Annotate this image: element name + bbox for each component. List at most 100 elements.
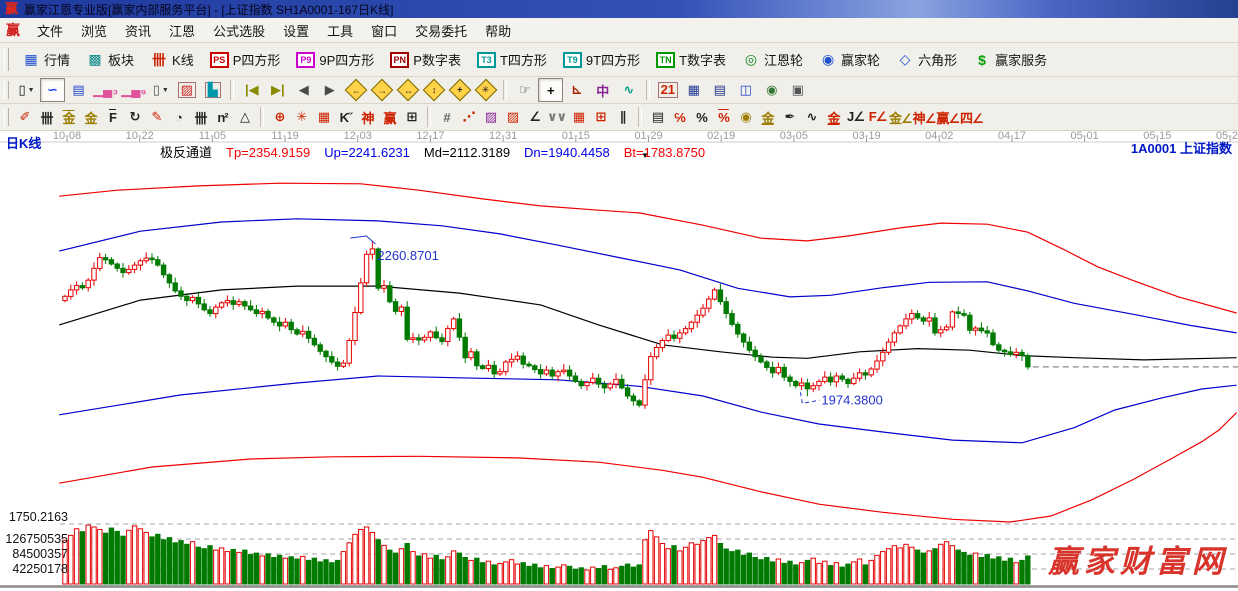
web-service-button[interactable]: ◉: [759, 78, 784, 102]
pan-left-button[interactable]: ←: [343, 78, 368, 102]
ink-pen-tool[interactable]: ✒: [779, 107, 800, 127]
pattern-tool[interactable]: ▨: [174, 78, 199, 102]
parallel-lines-tool[interactable]: ∥: [612, 107, 633, 127]
p-square-button[interactable]: PSP四方形: [203, 48, 288, 71]
gold-circle-tool[interactable]: ◉: [735, 107, 756, 127]
sectors-button[interactable]: ▩板块: [79, 48, 141, 71]
win-grid-tool[interactable]: 赢: [379, 107, 400, 127]
square-grid-tool[interactable]: ▦: [313, 107, 334, 127]
notes-tool[interactable]: ▤: [66, 78, 91, 102]
next-bar-button[interactable]: ▶: [317, 78, 342, 102]
quotes-button[interactable]: ▦行情: [15, 48, 77, 71]
crosshair-circle-tool[interactable]: ⊕: [269, 107, 290, 127]
wave-tool[interactable]: ∿: [616, 78, 641, 102]
n-square-tool[interactable]: n²: [212, 107, 233, 127]
gold-line-tool[interactable]: 金: [757, 107, 778, 127]
hexagon-button[interactable]: ◇六角形: [889, 48, 964, 71]
p-number-table-button[interactable]: PNP数字表: [383, 48, 468, 71]
k-quote-tool[interactable]: K˝: [335, 107, 356, 127]
price-levels-tool[interactable]: ▤: [647, 107, 668, 127]
bars-9-icon: ▁▄₉: [121, 82, 146, 98]
9p-square-button[interactable]: P99P四方形: [289, 48, 381, 71]
ruler-123-tool[interactable]: ⊞: [401, 107, 422, 127]
percent-angle-tool[interactable]: ℅: [669, 107, 690, 127]
report-button[interactable]: ▤: [707, 78, 732, 102]
star-grid-tool[interactable]: ✳: [291, 107, 312, 127]
calendar-button[interactable]: 21: [655, 78, 680, 102]
red-grid-tool[interactable]: ▦: [568, 107, 589, 127]
menu-item-1[interactable]: 浏览: [72, 19, 116, 42]
gold-under-tool[interactable]: 金: [823, 107, 844, 127]
fan-box-tool[interactable]: ▨: [480, 107, 501, 127]
four-angle-tool[interactable]: 四∠: [960, 107, 983, 127]
wave-box-tool[interactable]: ∿: [801, 107, 822, 127]
fan-lines-tool[interactable]: ⋰: [458, 107, 479, 127]
period-candle-dropdown[interactable]: ▯▼: [14, 78, 39, 102]
9t-square-button[interactable]: T99T四方形: [556, 48, 647, 71]
box-measure-tool[interactable]: #: [436, 107, 457, 127]
zigzag-draw-tool[interactable]: ∽: [40, 78, 65, 102]
gold-comb2-tool[interactable]: 金: [80, 107, 101, 127]
f-comb-tool[interactable]: F: [102, 107, 123, 127]
menu-item-6[interactable]: 工具: [318, 19, 362, 42]
zoom-horizontal-button[interactable]: ↔: [395, 78, 420, 102]
bars-3-tool[interactable]: ▁▄₃: [92, 78, 119, 102]
gann-comb-tool[interactable]: 卌: [36, 107, 57, 127]
f-angle-tool[interactable]: F∠: [867, 107, 888, 127]
workstation-button[interactable]: ▣: [785, 78, 810, 102]
hand-tool[interactable]: ☞: [512, 78, 537, 102]
shen-angle-tool[interactable]: 神∠: [913, 107, 936, 127]
indicator-name[interactable]: 极反通道: [160, 145, 212, 160]
brush-tool[interactable]: ✎: [146, 107, 167, 127]
menu-item-5[interactable]: 设置: [274, 19, 318, 42]
expand-all-button[interactable]: +: [447, 78, 472, 102]
menu-item-9[interactable]: 帮助: [476, 19, 520, 42]
menu-item-8[interactable]: 交易委托: [406, 19, 476, 42]
shen-grid-tool[interactable]: 神: [357, 107, 378, 127]
single-candle-dropdown[interactable]: ▯▼: [148, 78, 173, 102]
crosshair-tool[interactable]: +: [538, 78, 563, 102]
bars-9-tool[interactable]: ▁▄₉: [120, 78, 147, 102]
center-view-button[interactable]: ✳: [473, 78, 498, 102]
j-angle-tool[interactable]: J∠: [845, 107, 866, 127]
zoom-vertical-button[interactable]: ↕: [421, 78, 446, 102]
kline-button[interactable]: 卌K线: [143, 48, 201, 71]
menu-item-2[interactable]: 资讯: [116, 19, 160, 42]
prev-bar-button[interactable]: ◀: [291, 78, 316, 102]
indicator-dropdown-icon[interactable]: ▼: [641, 151, 649, 160]
win-angle-tool[interactable]: 赢∠: [936, 107, 959, 127]
grid-box-tool[interactable]: ▨: [502, 107, 523, 127]
gann-wheel-button[interactable]: ◎江恩轮: [735, 48, 810, 71]
angle-measure-tool[interactable]: ⊾: [564, 78, 589, 102]
symbol-label: 1A0001 上证指数: [1131, 138, 1232, 157]
gold-comb-tool[interactable]: 金: [58, 107, 79, 127]
t-number-table-button[interactable]: TNT数字表: [649, 48, 733, 71]
t-square-button[interactable]: T3T四方形: [470, 48, 554, 71]
percent-line-tool[interactable]: %: [713, 107, 734, 127]
cycle-clock-tool[interactable]: ◔: [168, 107, 189, 127]
winner-service-button[interactable]: $赢家服务: [966, 48, 1054, 71]
winner-wheel-button[interactable]: ◉赢家轮: [812, 48, 887, 71]
calculator-button[interactable]: ▦: [681, 78, 706, 102]
comb2-tool[interactable]: 卌: [190, 107, 211, 127]
menu-item-4[interactable]: 公式选股: [204, 19, 274, 42]
trend-angle-tool[interactable]: ∠: [524, 107, 545, 127]
red-grid2-tool[interactable]: ⊞: [590, 107, 611, 127]
angle-a-tool[interactable]: △: [234, 107, 255, 127]
pan-right-button[interactable]: →: [369, 78, 394, 102]
save-button[interactable]: ◫: [733, 78, 758, 102]
zigzag-small-tool[interactable]: ∨∨: [546, 107, 567, 127]
percent-tool[interactable]: %: [691, 107, 712, 127]
histogram-tool[interactable]: ▙: [200, 78, 225, 102]
flag-pen-tool[interactable]: ✐: [14, 107, 35, 127]
menu-item-0[interactable]: 文件: [28, 19, 72, 42]
hand-icon: ☞: [519, 82, 531, 98]
last-bar-button[interactable]: ▶|: [265, 78, 290, 102]
gold-angle-tool[interactable]: 金∠: [889, 107, 912, 127]
gann-center-tool[interactable]: 中: [590, 78, 615, 102]
menu-item-7[interactable]: 窗口: [362, 19, 406, 42]
first-bar-button[interactable]: |◀: [239, 78, 264, 102]
menu-item-3[interactable]: 江恩: [160, 19, 204, 42]
chart-area[interactable]: 10-0810-2211-0511-1912-0312-1712-3101-15…: [0, 131, 1238, 591]
spiral-tool[interactable]: ↻: [124, 107, 145, 127]
